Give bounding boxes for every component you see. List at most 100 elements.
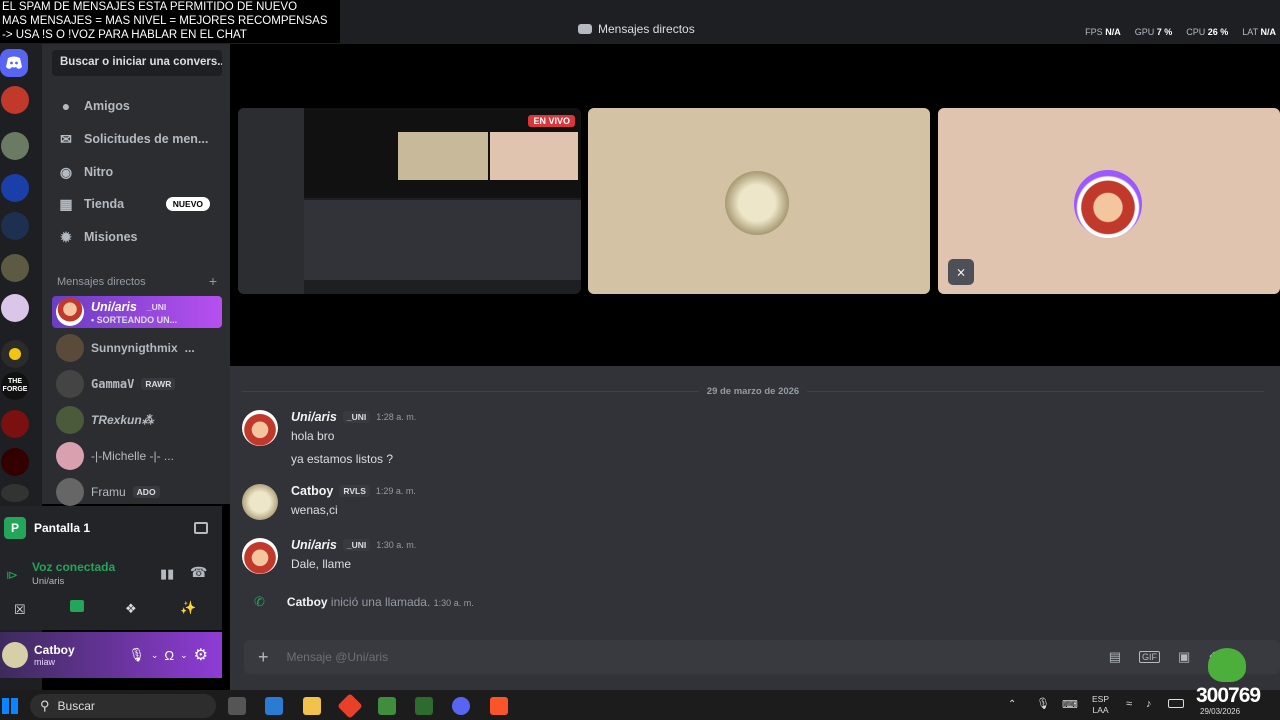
server-icon-the-forge[interactable]: THE FORGE: [1, 372, 29, 400]
camera-off-button[interactable]: ☒: [14, 602, 26, 618]
add-attachment-icon[interactable]: +: [258, 647, 269, 668]
message-group: Uni/aris _UNI 1:30 a. m. Dale, llame: [242, 538, 416, 574]
headphones-icon[interactable]: Ω: [164, 648, 174, 663]
battery-icon[interactable]: [1168, 699, 1184, 708]
call-system-message: ✆ Catboy inició una llamada. 1:30 a. m.: [254, 594, 474, 609]
nav-shop[interactable]: ▦ Tienda NUEVO: [52, 190, 222, 218]
avatar[interactable]: [242, 410, 278, 446]
dm-section-header: Mensajes directos +: [57, 273, 217, 289]
activities-button[interactable]: ❖: [125, 601, 137, 617]
chevron-down-icon[interactable]: ⌄: [180, 650, 188, 661]
nav-nitro[interactable]: ◉ Nitro: [52, 158, 222, 186]
dm-item-framu[interactable]: Framu ADO: [52, 475, 222, 509]
message-text: ya estamos listos ?: [291, 452, 394, 466]
server-icon[interactable]: [1, 410, 29, 438]
avatar: [2, 642, 28, 668]
dm-icon: [578, 24, 592, 34]
stop-share-button[interactable]: [194, 522, 208, 534]
server-icon[interactable]: [1, 86, 29, 114]
user-panel: Catboy miaw 🎙 ⌄ Ω ⌄ ⚙: [0, 632, 222, 678]
microphone-icon[interactable]: 🎙: [128, 647, 145, 663]
server-icon[interactable]: [1, 254, 29, 282]
windows-start-icon[interactable]: [2, 698, 18, 714]
message-group: Uni/aris _UNI 1:28 a. m. hola bro ya estam…: [242, 410, 416, 466]
server-icon[interactable]: [1, 132, 29, 160]
message-author[interactable]: Uni/aris: [291, 538, 337, 552]
chevron-down-icon[interactable]: ⌄: [151, 650, 159, 661]
minecraft-icon[interactable]: [378, 697, 396, 715]
disconnect-icon[interactable]: ☎: [190, 564, 207, 581]
nav-message-requests[interactable]: ✉ Solicitudes de men...: [52, 125, 222, 153]
avatar: [56, 298, 84, 326]
dm-item-gammav[interactable]: GammaV RAWR: [52, 367, 222, 401]
nav-quests[interactable]: ✹ Misiones: [52, 223, 222, 251]
wifi-icon[interactable]: ≈: [1126, 698, 1132, 710]
nav-friends[interactable]: ● Amigos: [52, 92, 222, 120]
message-text: Dale, llame: [291, 557, 352, 571]
voice-panel: ⧐ Voz conectada Uni/aris ▮▮ ☎ ☒ ❖ ✨: [0, 550, 222, 630]
brave-browser-icon[interactable]: [490, 697, 508, 715]
sticker-icon[interactable]: ▣: [1178, 649, 1190, 665]
file-explorer-icon[interactable]: [303, 697, 321, 715]
new-badge: NUEVO: [165, 197, 210, 211]
avatar: [56, 478, 84, 506]
gif-icon[interactable]: GIF: [1139, 651, 1161, 663]
screen-share-tile[interactable]: EN VIVO: [238, 108, 581, 294]
server-icon[interactable]: [1, 340, 29, 368]
screen-share-button[interactable]: [70, 600, 84, 612]
avatar: [56, 370, 84, 398]
add-dm-button[interactable]: +: [209, 274, 217, 288]
dm-item-michelle[interactable]: -|-Michelle -|- ...: [52, 439, 222, 473]
participant-tile-catboy[interactable]: [588, 108, 930, 294]
store-icon[interactable]: [265, 697, 283, 715]
performance-stats: FPS N/A GPU 7 % CPU 26 % LAT N/A: [1085, 27, 1276, 37]
dm-item-uniaris[interactable]: Uni/aris _UNI • SORTEANDO UN...: [52, 296, 222, 328]
message-text: wenas,ci: [291, 503, 338, 517]
nvidia-icon[interactable]: [415, 697, 433, 715]
avatar[interactable]: [242, 484, 278, 520]
friends-icon: ●: [61, 98, 71, 114]
message-input[interactable]: Mensaje @Uni/aris: [287, 650, 389, 664]
server-icon[interactable]: [1, 294, 29, 322]
soundboard-button[interactable]: ✨: [180, 600, 196, 616]
discord-taskbar-icon[interactable]: [452, 697, 470, 715]
message-composer: + Mensaje @Uni/aris ▤ GIF ▣ ❖: [244, 640, 1280, 674]
avatar[interactable]: [242, 538, 278, 574]
avatar: [725, 171, 789, 235]
voice-status[interactable]: Voz conectada: [32, 560, 115, 574]
message-text: hola bro: [291, 429, 335, 443]
discord-home-button[interactable]: [0, 49, 28, 77]
keyboard-icon[interactable]: ⌨: [1062, 698, 1078, 711]
date-divider: 29 de marzo de 2026: [242, 386, 1265, 397]
participant-tile-uniaris[interactable]: ⨯: [938, 108, 1280, 294]
taskbar-search[interactable]: ⚲ Buscar: [30, 694, 216, 718]
search-conversation-button[interactable]: Buscar o iniciar una convers...: [52, 50, 222, 76]
language-indicator[interactable]: ESP LAA: [1092, 694, 1109, 716]
stream-overlay-text: EL SPAM DE MENSAJES ESTA PERMITIDO DE NU…: [0, 0, 340, 43]
server-icon[interactable]: [1, 212, 29, 240]
server-icon[interactable]: [1, 448, 29, 476]
dm-item-sunny[interactable]: Sunnynigthmix...: [52, 331, 222, 365]
avatar: [56, 442, 84, 470]
noise-suppression-button[interactable]: ▮▮: [160, 566, 174, 582]
dm-item-trexkun[interactable]: TRexkun⁂: [52, 403, 222, 437]
nitro-icon: ◉: [59, 163, 73, 180]
signal-icon: ⧐: [6, 568, 18, 582]
message-author[interactable]: Uni/aris: [291, 410, 337, 424]
server-icon[interactable]: [1, 484, 29, 502]
gift-icon[interactable]: ▤: [1109, 649, 1121, 665]
server-icon[interactable]: [1, 174, 29, 202]
avatar: [56, 406, 84, 434]
message-author[interactable]: Catboy: [291, 484, 333, 498]
screen-share-panel: P Pantalla 1: [0, 506, 222, 550]
live-badge: EN VIVO: [528, 115, 575, 127]
mail-icon: ✉: [60, 130, 72, 147]
microphone-tray-icon[interactable]: 🎙: [1036, 697, 1050, 710]
settings-gear-icon[interactable]: ⚙: [194, 645, 208, 665]
stream-counter: 300769: [1196, 684, 1261, 707]
chevron-up-icon[interactable]: ⌃: [1008, 699, 1016, 710]
volume-icon[interactable]: ♪: [1146, 698, 1152, 710]
task-view-icon[interactable]: [228, 697, 246, 715]
avatar: [1074, 170, 1142, 238]
muted-icon: ⨯: [948, 259, 974, 285]
